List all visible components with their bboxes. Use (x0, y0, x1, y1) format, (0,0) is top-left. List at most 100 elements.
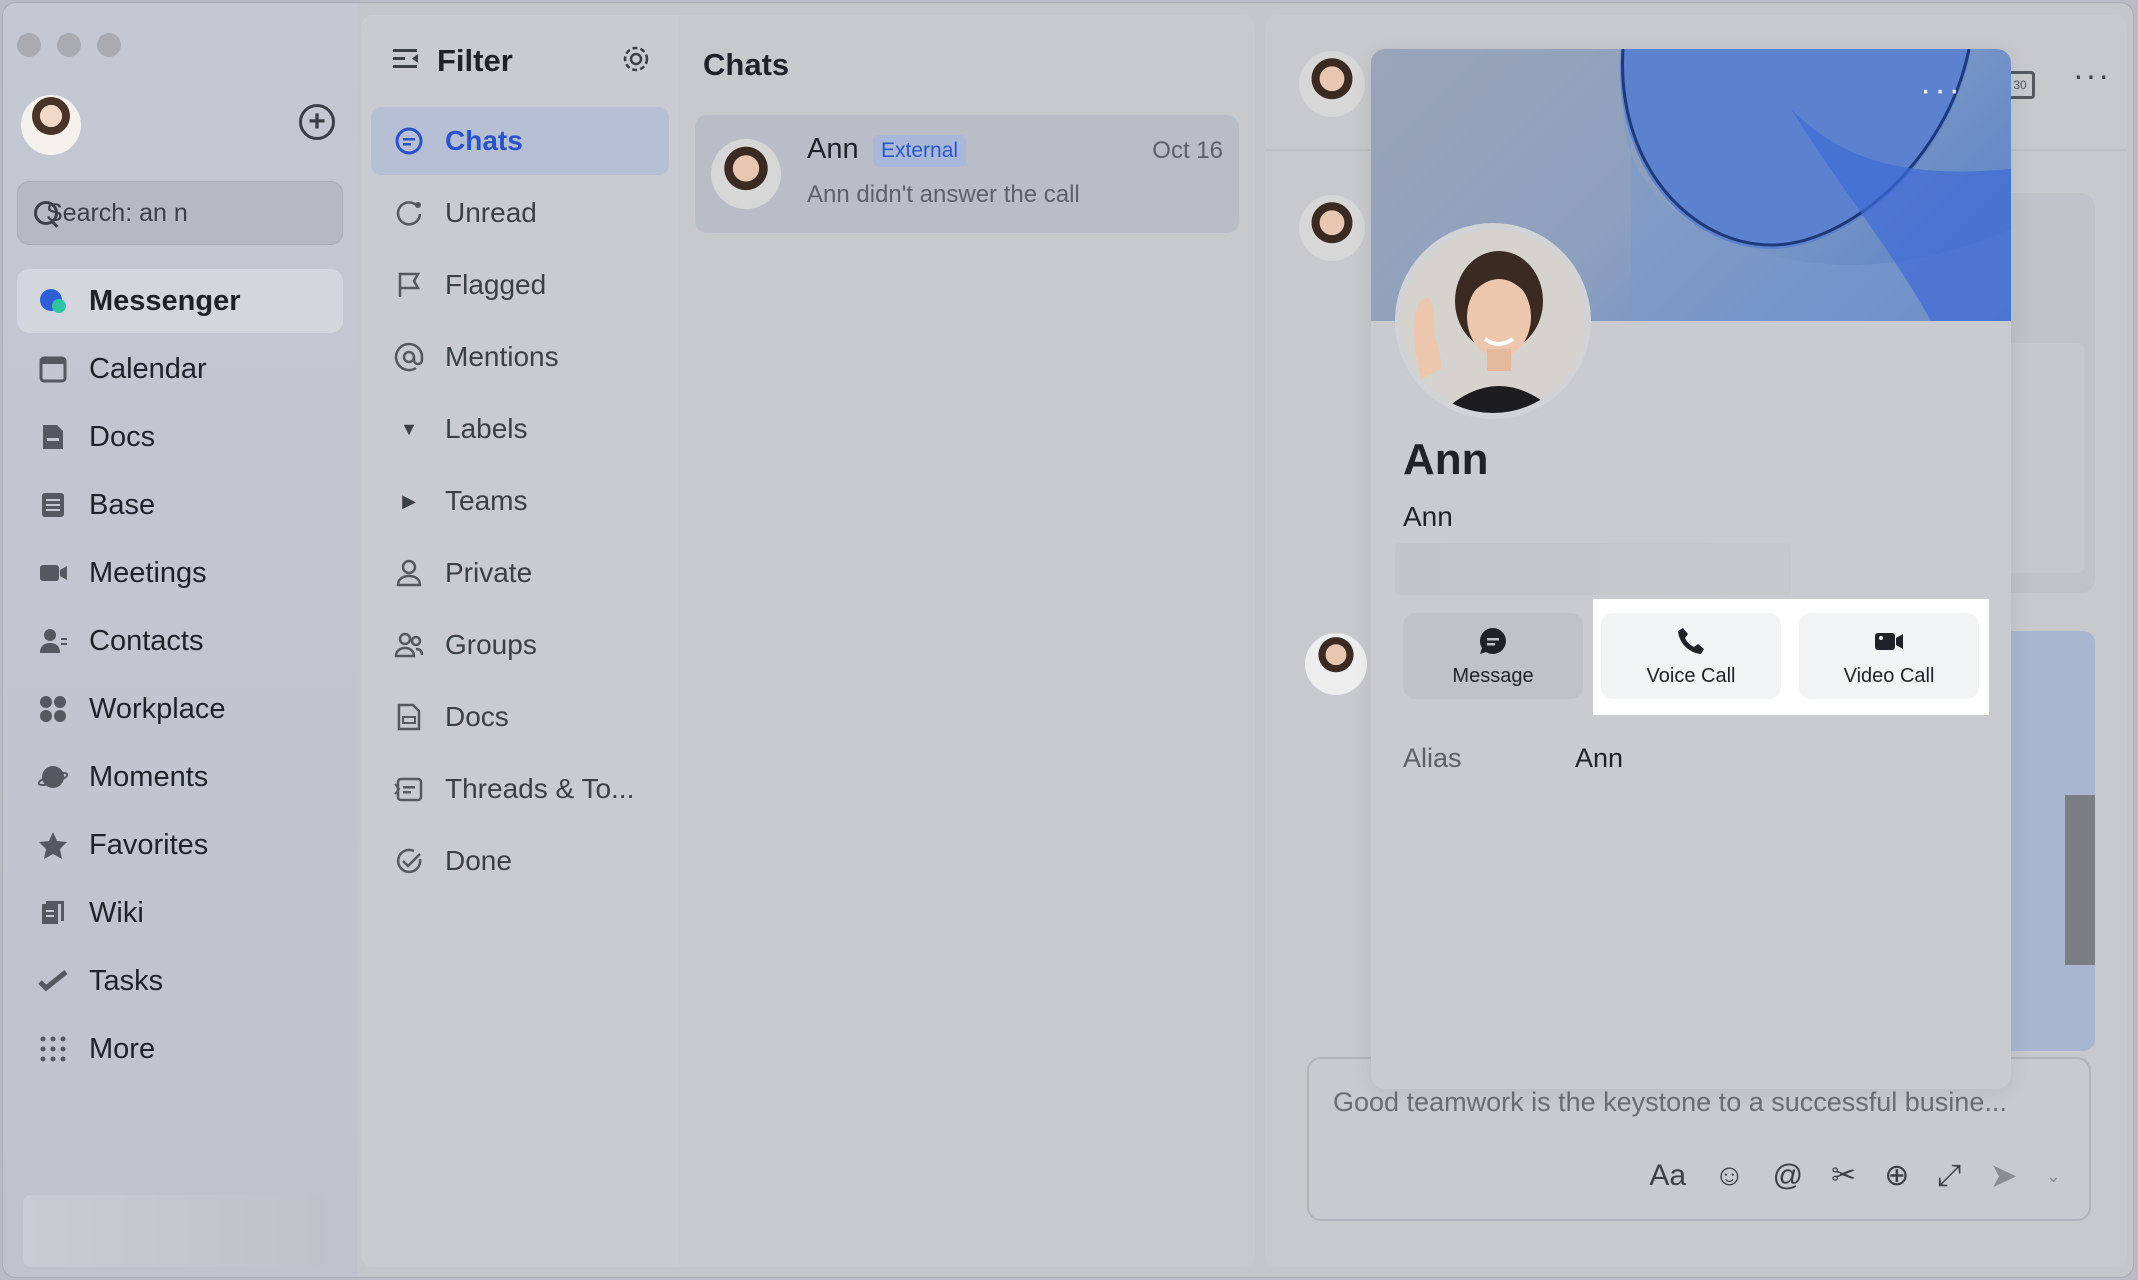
nav-item-base[interactable]: Base (17, 473, 343, 537)
alias-label: Alias (1403, 743, 1462, 773)
chat-list-title: Chats (703, 47, 790, 82)
profile-photo (1401, 229, 1585, 413)
person-icon (393, 557, 425, 589)
nav-item-favorites[interactable]: Favorites (17, 813, 343, 877)
filter-item-teams[interactable]: ▶ Teams (371, 467, 669, 535)
base-icon (37, 489, 69, 521)
filter-item-chats[interactable]: Chats (371, 107, 669, 175)
moments-icon (37, 761, 69, 793)
more-options-icon[interactable]: ··· (2073, 57, 2111, 94)
message-image (2065, 795, 2095, 965)
filter-item-label: Mentions (445, 341, 559, 372)
nav-item-label: Workplace (89, 692, 226, 725)
chat-list-panel: Chats Ann External Oct 16 Ann didn't ans… (679, 15, 1255, 1267)
filter-item-groups[interactable]: Groups (371, 611, 669, 679)
card-more-icon[interactable]: ··· (1920, 71, 1963, 110)
nav-item-workplace[interactable]: Workplace (17, 677, 343, 741)
send-icon[interactable]: ➤ (1989, 1159, 2018, 1193)
filter-item-docs[interactable]: Docs (371, 683, 669, 751)
nav-item-label: Meetings (89, 556, 207, 589)
add-button[interactable]: + (299, 104, 335, 140)
video-camera-icon (1875, 632, 1903, 650)
filter-item-label: Unread (445, 197, 537, 228)
voice-call-button[interactable]: Voice Call (1601, 613, 1781, 699)
unread-icon (393, 197, 425, 229)
filter-item-label: Chats (445, 125, 523, 156)
filter-item-unread[interactable]: Unread (371, 179, 669, 247)
contact-avatar (711, 139, 781, 209)
nav-item-wiki[interactable]: Wiki (17, 881, 343, 945)
filter-item-label: Threads & To... (445, 773, 635, 804)
filter-item-labels[interactable]: ▼ Labels (371, 395, 669, 463)
nav-item-label: Messenger (89, 284, 241, 317)
nav-item-messenger[interactable]: Messenger (17, 269, 343, 333)
filter-item-private[interactable]: Private (371, 539, 669, 607)
nav-item-meetings[interactable]: Meetings (17, 541, 343, 605)
grid-icon (37, 1033, 69, 1065)
caret-right-icon[interactable]: ▶ (393, 485, 425, 517)
filter-item-threads[interactable]: Threads & To... (371, 755, 669, 823)
done-icon (393, 845, 425, 877)
profile-name: Ann (1403, 435, 1489, 484)
filter-item-flagged[interactable]: Flagged (371, 251, 669, 319)
star-icon (37, 829, 69, 861)
video-call-button[interactable]: Video Call (1799, 613, 1979, 699)
gear-icon[interactable] (621, 44, 651, 79)
expand-icon[interactable]: ⤢ (1937, 1161, 1961, 1191)
close-window-button[interactable] (17, 33, 41, 57)
nav-item-label: Wiki (89, 896, 144, 929)
message-avatar (1299, 195, 1365, 261)
emoji-icon[interactable]: ☺ (1714, 1161, 1745, 1191)
filter-title: Filter (437, 43, 513, 78)
docs-icon (37, 421, 69, 453)
message-button-label: Message (1452, 664, 1534, 687)
threads-icon (393, 773, 425, 805)
search-input[interactable] (46, 198, 368, 228)
nav-item-contacts[interactable]: Contacts (17, 609, 343, 673)
nav-item-docs[interactable]: Docs (17, 405, 343, 469)
nav-item-more[interactable]: More (17, 1017, 343, 1081)
phone-icon (1678, 627, 1704, 654)
nav-item-moments[interactable]: Moments (17, 745, 343, 809)
chat-date: Oct 16 (1152, 137, 1223, 164)
plus-icon: + (308, 105, 326, 138)
chat-row[interactable]: Ann External Oct 16 Ann didn't answer th… (695, 115, 1239, 233)
conversation-header-avatar[interactable] (1299, 51, 1365, 117)
calendar-icon (37, 353, 69, 385)
app-window: + × Messenger Calendar (2, 2, 2134, 1278)
chat-icon (393, 125, 425, 157)
profile-avatar[interactable] (1395, 223, 1591, 419)
user-avatar[interactable] (21, 95, 81, 155)
collapse-filter-icon[interactable] (391, 44, 421, 79)
filter-panel: Filter Chats Unread Flagged Mentions ▼ L… (361, 15, 679, 1267)
nav-item-calendar[interactable]: Calendar (17, 337, 343, 401)
send-options-chevron-icon[interactable]: ⌄ (2046, 1167, 2061, 1185)
mention-icon[interactable]: @ (1773, 1161, 1803, 1191)
meetings-icon (37, 557, 69, 589)
composer-toolbar: Aa ☺ @ ✂ ⊕ ⤢ ➤ ⌄ (1649, 1159, 2061, 1193)
minimize-window-button[interactable] (57, 33, 81, 57)
scissors-icon[interactable]: ✂ (1831, 1161, 1856, 1191)
filter-item-label: Teams (445, 485, 528, 516)
chat-name: Ann (807, 133, 859, 165)
zoom-window-button[interactable] (97, 33, 121, 57)
nav-item-tasks[interactable]: Tasks (17, 949, 343, 1013)
group-icon (393, 629, 425, 661)
filter-item-label: Done (445, 845, 512, 876)
wiki-icon (37, 897, 69, 929)
caret-down-icon[interactable]: ▼ (393, 413, 425, 445)
nav-item-label: Contacts (89, 624, 204, 657)
filter-item-label: Docs (445, 701, 509, 732)
search-box[interactable]: × (17, 181, 378, 245)
filter-item-mentions[interactable]: Mentions (371, 323, 669, 391)
composer-placeholder: Good teamwork is the keystone to a succe… (1333, 1087, 2007, 1117)
nav-item-label: Favorites (89, 828, 209, 861)
add-attachment-icon[interactable]: ⊕ (1884, 1161, 1909, 1191)
filter-header: Filter (361, 15, 679, 107)
filter-item-label: Private (445, 557, 533, 588)
filter-item-done[interactable]: Done (371, 827, 669, 895)
alias-value[interactable]: Ann (1575, 743, 1623, 774)
nav-list: Messenger Calendar Docs Base Meetings Co… (17, 269, 343, 1085)
message-button[interactable]: Message (1403, 613, 1583, 699)
text-format-icon[interactable]: Aa (1649, 1161, 1686, 1191)
